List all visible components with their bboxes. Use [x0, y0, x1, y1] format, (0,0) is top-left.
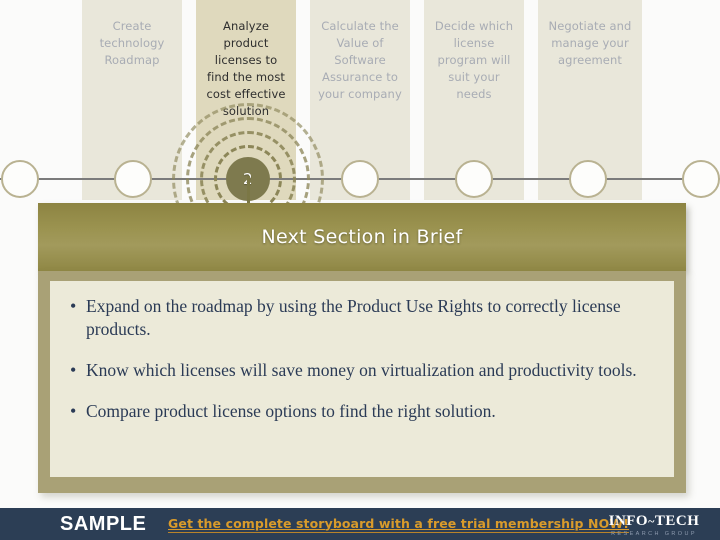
roadmap-column-3: Calculate the Value of Software Assuranc…: [310, 0, 410, 200]
slide-canvas: Create technology Roadmap Analyze product…: [0, 0, 720, 540]
sample-watermark-label: SAMPLE: [60, 512, 147, 535]
bullet-item: • Compare product license options to find…: [70, 400, 648, 423]
roadmap-column-2: Analyze product licenses to find the mos…: [196, 0, 296, 200]
roadmap-column-label: Decide which license program will suit y…: [434, 19, 514, 101]
bullet-text: Compare product license options to find …: [86, 401, 496, 421]
roadmap-column-label: Negotiate and manage your agreement: [548, 19, 632, 67]
roadmap-column-1: Create technology Roadmap: [82, 0, 182, 200]
info-tech-logo-wordmark: INFO~TECH: [608, 513, 700, 529]
bullet-marker-icon: •: [70, 401, 77, 421]
roadmap-column-label: Create technology Roadmap: [99, 19, 165, 67]
content-frame: • Expand on the roadmap by using the Prod…: [38, 271, 686, 493]
roadmap-column-4: Decide which license program will suit y…: [424, 0, 524, 200]
info-tech-logo[interactable]: INFO~TECH RESEARCH GROUP: [600, 514, 708, 538]
bullet-item: • Expand on the roadmap by using the Prod…: [70, 295, 648, 341]
bullet-marker-icon: •: [70, 296, 77, 316]
roadmap-columns: Create technology Roadmap Analyze product…: [0, 0, 720, 200]
next-section-banner-title: Next Section in Brief: [261, 226, 463, 248]
footer-bar: SAMPLE Get the complete storyboard with …: [0, 508, 720, 540]
roadmap-column-5: Negotiate and manage your agreement: [538, 0, 642, 200]
bullet-text: Expand on the roadmap by using the Produ…: [86, 296, 621, 339]
bullet-list: • Expand on the roadmap by using the Prod…: [50, 281, 674, 477]
bullet-item: • Know which licenses will save money on …: [70, 359, 648, 382]
next-section-banner: Next Section in Brief: [38, 203, 686, 271]
free-trial-cta-link[interactable]: Get the complete storyboard with a free …: [168, 516, 630, 533]
roadmap-column-label: Calculate the Value of Software Assuranc…: [318, 19, 402, 101]
bullet-marker-icon: •: [70, 360, 77, 380]
info-tech-logo-tagline: RESEARCH GROUP: [611, 531, 697, 538]
bullet-text: Know which licenses will save money on v…: [86, 360, 637, 380]
roadmap-column-label: Analyze product licenses to find the mos…: [206, 19, 286, 118]
